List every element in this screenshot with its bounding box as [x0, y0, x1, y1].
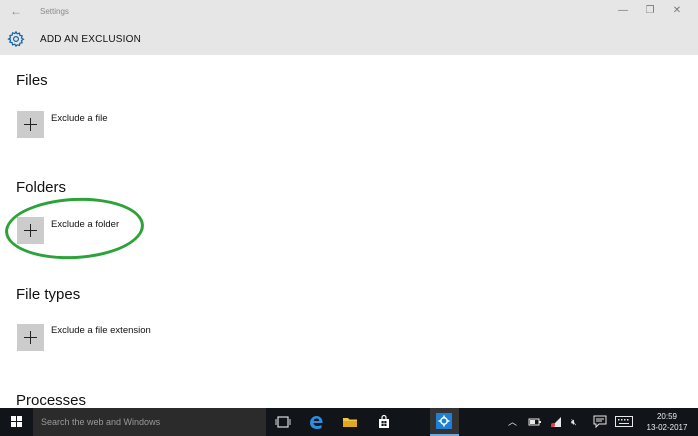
taskbar-clock[interactable]: 20:59 13-02-2017: [644, 411, 690, 433]
exclude-file-label[interactable]: Exclude a file: [51, 113, 108, 124]
exclude-extension-button[interactable]: [17, 324, 44, 351]
action-center-icon[interactable]: [593, 415, 607, 428]
title-bar: ← Settings — ❐ ✕: [0, 0, 698, 24]
taskbar-settings-button[interactable]: [430, 408, 459, 436]
back-button[interactable]: ←: [9, 4, 23, 18]
section-title-folders: Folders: [16, 179, 67, 196]
taskbar-search-box[interactable]: Search the web and Windows: [33, 408, 266, 436]
highlight-annotation: [3, 194, 146, 263]
section-title-files: Files: [16, 72, 48, 89]
gear-icon: [7, 30, 25, 48]
battery-icon[interactable]: [528, 416, 542, 428]
file-explorer-icon[interactable]: [342, 414, 358, 430]
page-title: ADD AN EXCLUSION: [40, 34, 142, 45]
exclude-extension-label[interactable]: Exclude a file extension: [51, 325, 151, 336]
task-view-icon[interactable]: [275, 414, 291, 430]
store-icon[interactable]: [376, 414, 392, 430]
section-title-file-types: File types: [16, 286, 81, 303]
windows-start-icon[interactable]: [0, 408, 33, 436]
section-title-processes: Processes: [16, 392, 87, 409]
keyboard-icon[interactable]: [615, 416, 633, 427]
edge-icon[interactable]: [308, 414, 324, 430]
page-header: ADD AN EXCLUSION: [0, 24, 698, 55]
maximize-button[interactable]: ❐: [642, 4, 658, 18]
clock-time: 20:59: [656, 412, 678, 421]
window-title: Settings: [40, 7, 69, 16]
close-button[interactable]: ✕: [669, 4, 685, 18]
exclude-file-button[interactable]: [17, 111, 44, 138]
search-placeholder: Search the web and Windows: [41, 417, 161, 427]
taskbar: Search the web and Windows ︿ 🔇︎ 20:59 13…: [0, 408, 698, 436]
settings-icon: [436, 413, 452, 429]
chevron-up-icon[interactable]: ︿: [508, 416, 517, 428]
clock-date: 13-02-2017: [646, 423, 688, 432]
minimize-button[interactable]: —: [615, 4, 631, 18]
volume-muted-icon[interactable]: 🔇︎: [571, 416, 577, 428]
network-icon[interactable]: [550, 416, 562, 428]
